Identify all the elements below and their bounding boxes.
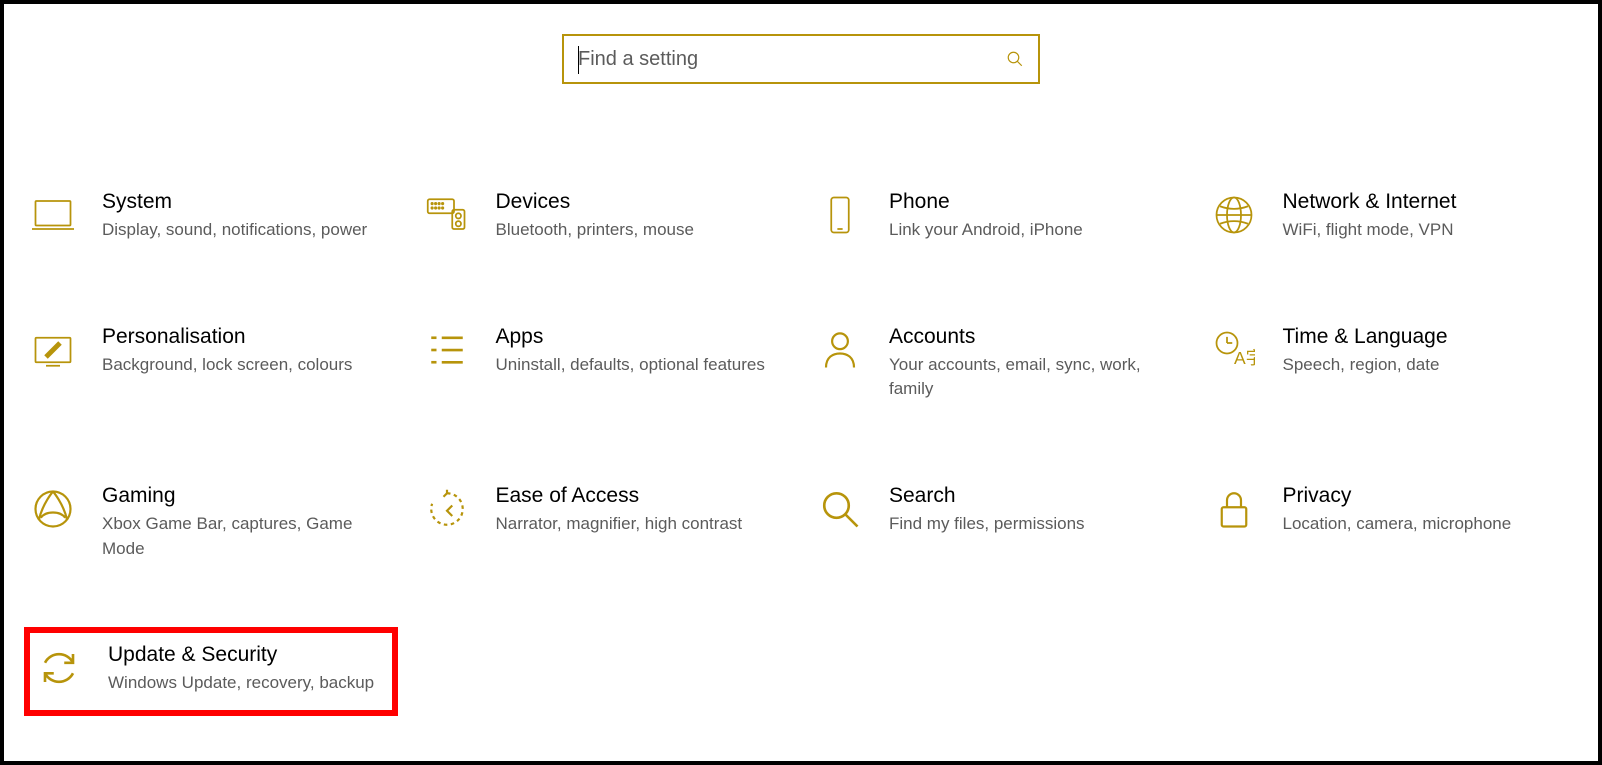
search-input[interactable] bbox=[578, 48, 1024, 71]
apps-icon bbox=[426, 329, 468, 371]
tile-desc: WiFi, flight mode, VPN bbox=[1283, 218, 1571, 243]
tile-devices[interactable]: Devices Bluetooth, printers, mouse bbox=[418, 184, 792, 249]
search-icon bbox=[1006, 50, 1024, 68]
tile-text: Devices Bluetooth, printers, mouse bbox=[496, 190, 784, 243]
ease-of-access-icon bbox=[426, 488, 468, 530]
tile-text: Apps Uninstall, defaults, optional featu… bbox=[496, 325, 784, 378]
tile-text: Update & Security Windows Update, recove… bbox=[108, 643, 384, 696]
text-caret bbox=[578, 46, 579, 74]
tile-time-language[interactable]: A字 Time & Language Speech, region, date bbox=[1205, 319, 1579, 408]
tile-text: Gaming Xbox Game Bar, captures, Game Mod… bbox=[102, 484, 390, 561]
phone-icon bbox=[819, 194, 861, 236]
settings-grid: System Display, sound, notifications, po… bbox=[4, 84, 1598, 736]
globe-icon bbox=[1213, 194, 1255, 236]
tile-title: Gaming bbox=[102, 484, 390, 508]
tile-title: Ease of Access bbox=[496, 484, 784, 508]
tile-desc: Uninstall, defaults, optional features bbox=[496, 353, 784, 378]
tile-desc: Speech, region, date bbox=[1283, 353, 1571, 378]
tile-system[interactable]: System Display, sound, notifications, po… bbox=[24, 184, 398, 249]
tile-desc: Location, camera, microphone bbox=[1283, 512, 1571, 537]
tile-update-security[interactable]: Update & Security Windows Update, recove… bbox=[24, 627, 398, 716]
update-icon bbox=[38, 647, 80, 689]
tile-text: Phone Link your Android, iPhone bbox=[889, 190, 1177, 243]
tile-title: System bbox=[102, 190, 390, 214]
tile-text: Privacy Location, camera, microphone bbox=[1283, 484, 1571, 537]
tile-ease-of-access[interactable]: Ease of Access Narrator, magnifier, high… bbox=[418, 478, 792, 567]
tile-title: Privacy bbox=[1283, 484, 1571, 508]
time-language-icon: A字 bbox=[1213, 329, 1255, 371]
tile-accounts[interactable]: Accounts Your accounts, email, sync, wor… bbox=[811, 319, 1185, 408]
tile-desc: Narrator, magnifier, high contrast bbox=[496, 512, 784, 537]
tile-title: Search bbox=[889, 484, 1177, 508]
tile-desc: Windows Update, recovery, backup bbox=[108, 671, 384, 696]
tile-title: Devices bbox=[496, 190, 784, 214]
tile-privacy[interactable]: Privacy Location, camera, microphone bbox=[1205, 478, 1579, 567]
tile-title: Accounts bbox=[889, 325, 1177, 349]
person-icon bbox=[819, 329, 861, 371]
tile-title: Network & Internet bbox=[1283, 190, 1571, 214]
tile-text: Ease of Access Narrator, magnifier, high… bbox=[496, 484, 784, 537]
tile-title: Personalisation bbox=[102, 325, 390, 349]
personalisation-icon bbox=[32, 329, 74, 371]
tile-text: Accounts Your accounts, email, sync, wor… bbox=[889, 325, 1177, 402]
gaming-icon bbox=[32, 488, 74, 530]
search-box[interactable] bbox=[562, 34, 1040, 84]
tile-title: Apps bbox=[496, 325, 784, 349]
lock-icon bbox=[1213, 488, 1255, 530]
tile-search[interactable]: Search Find my files, permissions bbox=[811, 478, 1185, 567]
tile-desc: Your accounts, email, sync, work, family bbox=[889, 353, 1177, 402]
tile-desc: Display, sound, notifications, power bbox=[102, 218, 390, 243]
tile-desc: Background, lock screen, colours bbox=[102, 353, 390, 378]
tile-text: Time & Language Speech, region, date bbox=[1283, 325, 1571, 378]
search-container bbox=[4, 4, 1598, 84]
system-icon bbox=[32, 194, 74, 236]
tile-phone[interactable]: Phone Link your Android, iPhone bbox=[811, 184, 1185, 249]
tile-desc: Bluetooth, printers, mouse bbox=[496, 218, 784, 243]
devices-icon bbox=[426, 194, 468, 236]
tile-text: Network & Internet WiFi, flight mode, VP… bbox=[1283, 190, 1571, 243]
tile-text: Personalisation Background, lock screen,… bbox=[102, 325, 390, 378]
tile-desc: Link your Android, iPhone bbox=[889, 218, 1177, 243]
tile-title: Phone bbox=[889, 190, 1177, 214]
tile-network[interactable]: Network & Internet WiFi, flight mode, VP… bbox=[1205, 184, 1579, 249]
tile-apps[interactable]: Apps Uninstall, defaults, optional featu… bbox=[418, 319, 792, 408]
tile-text: System Display, sound, notifications, po… bbox=[102, 190, 390, 243]
magnifier-icon bbox=[819, 488, 861, 530]
tile-personalisation[interactable]: Personalisation Background, lock screen,… bbox=[24, 319, 398, 408]
svg-text:A字: A字 bbox=[1234, 348, 1255, 368]
tile-text: Search Find my files, permissions bbox=[889, 484, 1177, 537]
tile-title: Update & Security bbox=[108, 643, 384, 667]
tile-gaming[interactable]: Gaming Xbox Game Bar, captures, Game Mod… bbox=[24, 478, 398, 567]
tile-title: Time & Language bbox=[1283, 325, 1571, 349]
tile-desc: Xbox Game Bar, captures, Game Mode bbox=[102, 512, 390, 561]
tile-desc: Find my files, permissions bbox=[889, 512, 1177, 537]
